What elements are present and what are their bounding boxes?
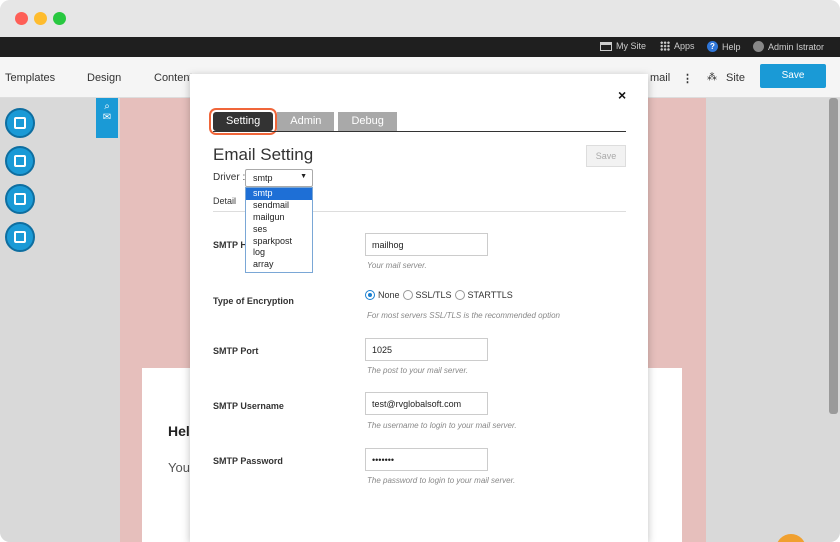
help-label: Help <box>722 41 741 52</box>
header-tool-button[interactable] <box>5 184 35 214</box>
smtp-host-help: Your mail server. <box>367 261 427 270</box>
apps-link[interactable]: Apps <box>660 41 695 51</box>
tab-design[interactable]: Design <box>87 72 121 84</box>
user-menu[interactable]: Admin Istrator <box>753 41 824 52</box>
driver-option[interactable]: mailgun <box>246 212 312 224</box>
chevron-down-icon: ▼ <box>300 173 307 180</box>
apps-grid-icon <box>660 41 670 51</box>
smtp-password-label: SMTP Password <box>213 456 283 466</box>
apps-label: Apps <box>674 41 695 51</box>
smtp-host-label: SMTP H <box>213 240 247 250</box>
tab-setting[interactable]: Setting <box>213 112 274 131</box>
driver-select[interactable]: smtp ▼ <box>245 169 313 187</box>
smtp-username-input[interactable]: test@rvglobalsoft.com <box>365 392 488 415</box>
grid-icon <box>14 117 26 129</box>
close-window-button[interactable] <box>15 12 28 25</box>
radio-ssl-tls-label: SSL/TLS <box>415 290 452 300</box>
more-options-icon[interactable]: ⋮ <box>682 72 693 85</box>
encryption-label: Type of Encryption <box>213 296 294 306</box>
driver-option[interactable]: ses <box>246 224 312 236</box>
smtp-password-help: The password to login to your mail serve… <box>367 476 516 485</box>
mail-icon[interactable]: ✉ <box>96 112 118 123</box>
driver-label: Driver : <box>213 172 246 183</box>
tab-content[interactable]: Content <box>154 72 193 84</box>
radio-starttls-label: STARTTLS <box>467 290 513 300</box>
maximize-window-button[interactable] <box>53 12 66 25</box>
image-tool-button[interactable] <box>5 146 35 176</box>
layout-tool-button[interactable] <box>5 108 35 138</box>
user-name: Admin Istrator <box>768 41 825 52</box>
help-link[interactable]: ? Help <box>707 41 741 52</box>
driver-selected-value: smtp <box>253 173 273 183</box>
smtp-password-input[interactable]: ••••••• <box>365 448 488 471</box>
driver-options-dropdown: smtp sendmail mailgun ses sparkpost log … <box>245 187 313 273</box>
search-icon[interactable]: ⌕ <box>96 98 118 112</box>
smtp-port-help: The post to your mail server. <box>367 366 469 375</box>
vertical-scrollbar[interactable] <box>829 98 838 414</box>
left-tool-panel <box>0 98 40 258</box>
tab-admin[interactable]: Admin <box>277 112 335 131</box>
modal-tabs: Setting Admin Debug <box>213 112 397 132</box>
driver-option[interactable]: array <box>246 259 312 271</box>
avatar <box>753 41 764 52</box>
background-text: You <box>168 460 190 475</box>
driver-option[interactable]: sendmail <box>246 200 312 212</box>
close-icon[interactable]: × <box>618 87 626 103</box>
editor-save-button[interactable]: Save <box>760 64 826 88</box>
my-site-label: My Site <box>616 41 647 51</box>
email-menu[interactable]: mail <box>650 72 670 84</box>
encryption-radio-group: None SSL/TLS STARTTLS <box>365 290 516 300</box>
tab-divider <box>213 131 626 132</box>
encryption-help: For most servers SSL/TLS is the recommen… <box>367 311 560 320</box>
modal-save-button[interactable]: Save <box>586 145 626 167</box>
footer-block-icon <box>14 231 26 243</box>
driver-option[interactable]: sparkpost <box>246 236 312 248</box>
detail-label: Detail <box>213 196 237 206</box>
driver-option[interactable]: smtp <box>246 188 312 200</box>
header-block-icon <box>14 193 26 205</box>
sitemap-icon: ⁂ <box>707 72 717 83</box>
admin-top-bar: My Site Apps ? Help Admin Istrator <box>0 37 840 57</box>
tab-debug[interactable]: Debug <box>338 112 397 131</box>
smtp-port-label: SMTP Port <box>213 346 259 356</box>
driver-option[interactable]: log <box>246 247 312 259</box>
monitor-icon <box>600 41 612 51</box>
zoom-tools: ⌕ ✉ <box>96 98 118 138</box>
help-icon: ? <box>707 41 718 52</box>
smtp-port-input[interactable]: 1025 <box>365 338 488 361</box>
browser-window: My Site Apps ? Help Admin Istrator Templ… <box>0 0 840 542</box>
site-menu[interactable]: Site <box>726 72 745 84</box>
title-bar <box>0 0 840 37</box>
my-site-link[interactable]: My Site <box>600 41 646 51</box>
tab-templates[interactable]: Templates <box>5 72 55 84</box>
radio-none-label: None <box>378 290 400 300</box>
smtp-username-label: SMTP Username <box>213 401 284 411</box>
page-title: Email Setting <box>213 145 314 164</box>
smtp-username-help: The username to login to your mail serve… <box>367 421 517 430</box>
image-icon <box>14 155 26 167</box>
smtp-host-input[interactable]: mailhog <box>365 233 488 256</box>
radio-ssl-tls[interactable] <box>402 290 413 300</box>
footer-tool-button[interactable] <box>5 222 35 252</box>
background-heading: Hel <box>168 423 190 439</box>
radio-starttls[interactable] <box>454 290 465 300</box>
radio-none[interactable] <box>365 290 375 300</box>
minimize-window-button[interactable] <box>34 12 47 25</box>
